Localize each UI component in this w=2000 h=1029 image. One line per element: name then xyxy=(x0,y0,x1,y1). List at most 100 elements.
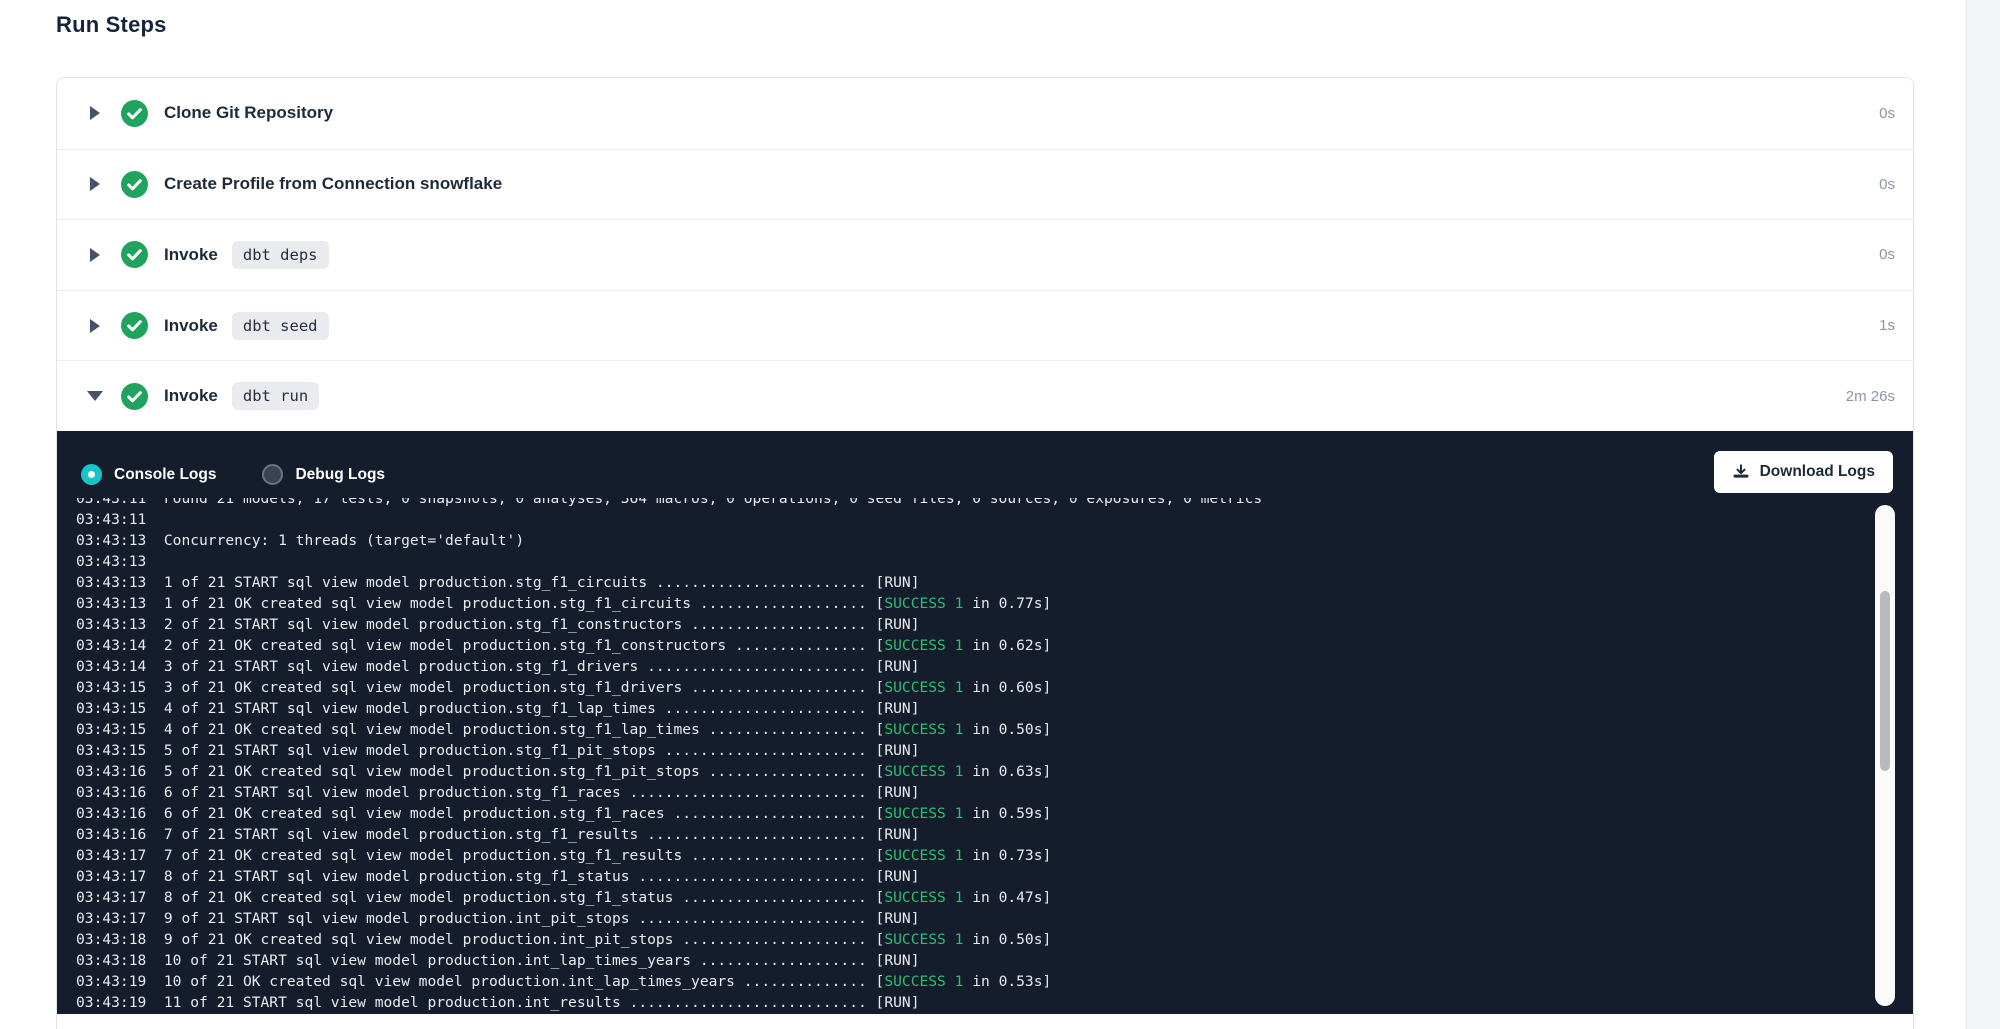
log-message: Concurrency: 1 threads (target='default'… xyxy=(146,532,524,549)
step-duration: 2m 26s xyxy=(1846,388,1895,405)
log-line: 03:43:17 9 of 21 START sql view model pr… xyxy=(76,908,1853,929)
log-line: 03:43:15 4 of 21 START sql view model pr… xyxy=(76,698,1853,719)
log-message: 8 of 21 START sql view model production.… xyxy=(146,868,919,885)
expand-icon[interactable] xyxy=(87,177,103,191)
log-status-success: SUCCESS 1 xyxy=(884,637,963,654)
log-scrollbar-thumb[interactable] xyxy=(1880,591,1890,771)
log-status-timing: in 0.73s] xyxy=(963,847,1051,864)
log-message: 1 of 21 START sql view model production.… xyxy=(146,574,919,591)
triangle-glyph xyxy=(87,391,103,401)
log-line: 03:43:15 4 of 21 OK created sql view mod… xyxy=(76,719,1853,740)
log-message: 4 of 21 OK created sql view model produc… xyxy=(146,721,884,738)
step-label: Create Profile from Connection snowflake xyxy=(164,174,502,194)
success-check-icon xyxy=(121,383,148,410)
log-timestamp: 03:43:15 xyxy=(76,679,146,696)
download-logs-button[interactable]: Download Logs xyxy=(1714,451,1893,493)
log-message: 10 of 21 START sql view model production… xyxy=(146,952,919,969)
log-timestamp: 03:43:13 xyxy=(76,532,146,549)
console-logs-radio[interactable] xyxy=(81,464,102,485)
triangle-glyph xyxy=(90,319,100,333)
log-status-timing: in 0.53s] xyxy=(963,973,1051,990)
triangle-glyph xyxy=(90,177,100,191)
step-label: Invoke xyxy=(164,316,218,336)
step-command-badge: dbt deps xyxy=(232,241,329,269)
log-line: 03:43:19 10 of 21 OK created sql view mo… xyxy=(76,971,1853,992)
log-status-success: SUCCESS 1 xyxy=(884,889,963,906)
log-status-timing: in 0.47s] xyxy=(963,889,1051,906)
success-check-icon xyxy=(121,100,148,127)
log-timestamp: 03:43:19 xyxy=(76,994,146,1011)
collapse-icon[interactable] xyxy=(87,391,103,401)
step-duration: 1s xyxy=(1879,317,1895,334)
step-row[interactable]: Create Profile from Connection snowflake… xyxy=(57,149,1913,220)
log-line: 03:43:16 6 of 21 OK created sql view mod… xyxy=(76,803,1853,824)
run-steps-card: Clone Git Repository0sCreate Profile fro… xyxy=(56,77,1914,1029)
log-message: 6 of 21 START sql view model production.… xyxy=(146,784,919,801)
log-timestamp: 03:43:17 xyxy=(76,910,146,927)
log-message xyxy=(146,553,164,570)
page: Run Steps Clone Git Repository0sCreate P… xyxy=(0,0,2000,1029)
debug-logs-radio[interactable] xyxy=(262,464,283,485)
success-check-icon xyxy=(121,171,148,198)
log-message xyxy=(146,511,164,528)
debug-logs-label[interactable]: Debug Logs xyxy=(295,466,385,484)
log-timestamp: 03:43:16 xyxy=(76,784,146,801)
log-message: 11 of 21 START sql view model production… xyxy=(146,994,919,1011)
radio-dot xyxy=(88,471,95,478)
log-timestamp: 03:43:14 xyxy=(76,637,146,654)
step-row[interactable]: Invokedbt run2m 26s xyxy=(57,360,1913,431)
log-tabs: Console Logs Debug Logs xyxy=(81,464,431,485)
log-line: 03:43:18 10 of 21 START sql view model p… xyxy=(76,950,1853,971)
log-line: 03:43:14 3 of 21 START sql view model pr… xyxy=(76,656,1853,677)
log-message: 5 of 21 OK created sql view model produc… xyxy=(146,763,884,780)
expand-icon[interactable] xyxy=(87,106,103,120)
log-message: 2 of 21 OK created sql view model produc… xyxy=(146,637,884,654)
page-right-gutter xyxy=(1966,0,2000,1029)
log-timestamp: 03:43:15 xyxy=(76,700,146,717)
log-status-success: SUCCESS 1 xyxy=(884,595,963,612)
log-scrollbar-track[interactable] xyxy=(1875,505,1895,1006)
log-line: 03:43:17 8 of 21 OK created sql view mod… xyxy=(76,887,1853,908)
log-line: 03:43:16 7 of 21 START sql view model pr… xyxy=(76,824,1853,845)
log-status-success: SUCCESS 1 xyxy=(884,805,963,822)
log-status-timing: in 0.50s] xyxy=(963,931,1051,948)
step-row[interactable]: Invokedbt seed1s xyxy=(57,290,1913,361)
log-message: 9 of 21 START sql view model production.… xyxy=(146,910,919,927)
expand-icon[interactable] xyxy=(87,319,103,333)
log-timestamp: 03:43:13 xyxy=(76,595,146,612)
download-logs-label: Download Logs xyxy=(1760,463,1875,481)
log-line: 03:43:13 Concurrency: 1 threads (target=… xyxy=(76,530,1853,551)
console-logs-label[interactable]: Console Logs xyxy=(114,466,216,484)
log-timestamp: 03:43:11 xyxy=(76,511,146,528)
log-timestamp: 03:43:18 xyxy=(76,931,146,948)
expand-icon[interactable] xyxy=(87,248,103,262)
log-status-success: SUCCESS 1 xyxy=(884,847,963,864)
log-line: 03:43:18 9 of 21 OK created sql view mod… xyxy=(76,929,1853,950)
log-line: 03:43:14 2 of 21 OK created sql view mod… xyxy=(76,635,1853,656)
step-command-badge: dbt run xyxy=(232,382,319,410)
log-status-success: SUCCESS 1 xyxy=(884,931,963,948)
page-title: Run Steps xyxy=(56,12,167,38)
step-duration: 0s xyxy=(1879,246,1895,263)
log-status-timing: in 0.50s] xyxy=(963,721,1051,738)
log-timestamp: 03:43:17 xyxy=(76,889,146,906)
log-message: 7 of 21 OK created sql view model produc… xyxy=(146,847,884,864)
log-message: 4 of 21 START sql view model production.… xyxy=(146,700,919,717)
log-line: 03:43:11 xyxy=(76,509,1853,530)
console-log-output[interactable]: 03:43:11 Found 21 models, 17 tests, 0 sn… xyxy=(76,498,1853,1014)
log-line: 03:43:17 8 of 21 START sql view model pr… xyxy=(76,866,1853,887)
log-line: 03:43:13 1 of 21 START sql view model pr… xyxy=(76,572,1853,593)
log-line: 03:43:13 1 of 21 OK created sql view mod… xyxy=(76,593,1853,614)
log-message: 6 of 21 OK created sql view model produc… xyxy=(146,805,884,822)
log-timestamp: 03:43:18 xyxy=(76,952,146,969)
step-row[interactable]: Clone Git Repository0s xyxy=(57,78,1913,149)
log-timestamp: 03:43:13 xyxy=(76,553,146,570)
step-row[interactable]: Invokedbt deps0s xyxy=(57,219,1913,290)
triangle-glyph xyxy=(90,106,100,120)
log-panel: Console Logs Debug Logs Download Logs 03… xyxy=(57,431,1913,1014)
log-timestamp: 03:43:14 xyxy=(76,658,146,675)
log-status-timing: in 0.59s] xyxy=(963,805,1051,822)
log-status-success: SUCCESS 1 xyxy=(884,679,963,696)
run-steps-list: Clone Git Repository0sCreate Profile fro… xyxy=(57,78,1913,431)
log-line: 03:43:15 3 of 21 OK created sql view mod… xyxy=(76,677,1853,698)
